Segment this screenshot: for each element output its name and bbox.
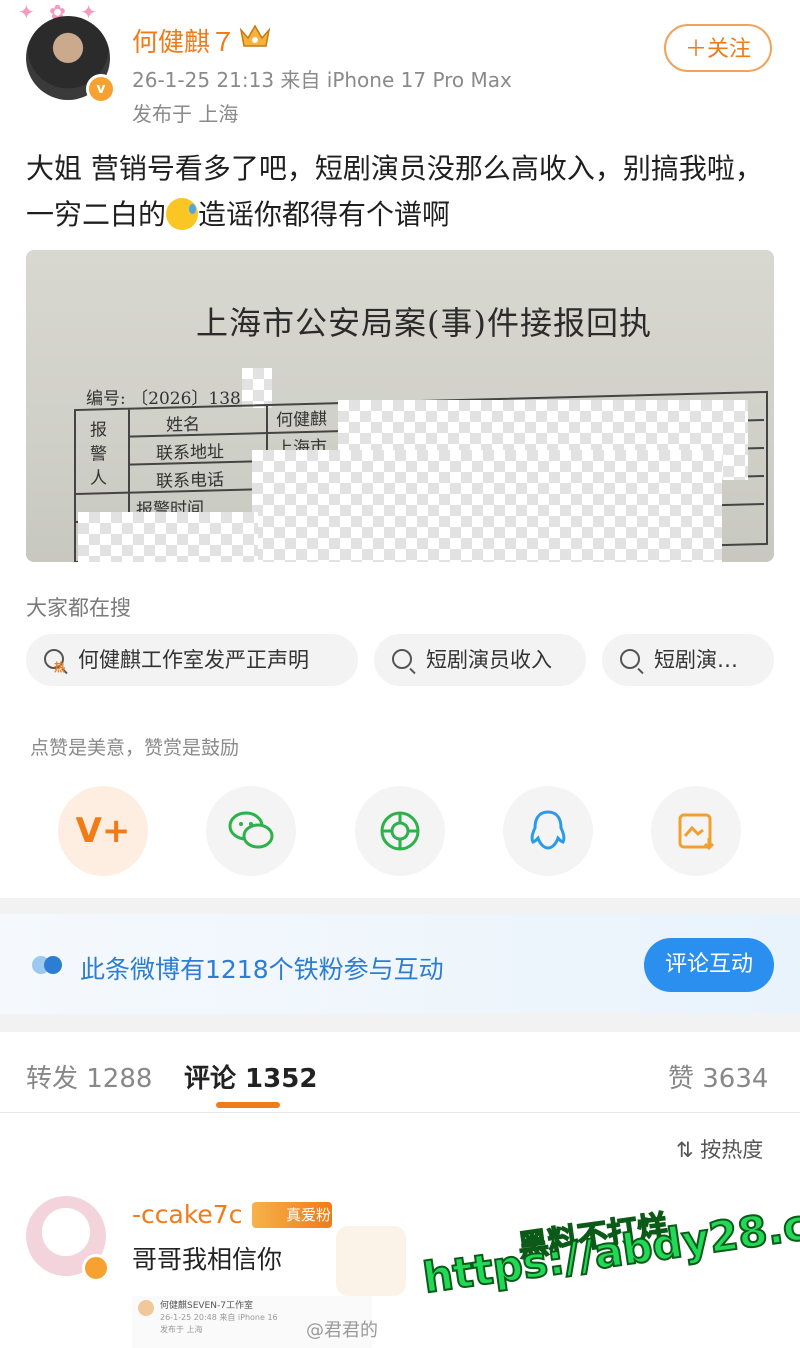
save-image-button[interactable] [651, 786, 741, 876]
active-tab-indicator [216, 1102, 280, 1108]
reward-hint: 点赞是美意，赞赏是鼓励 [30, 737, 240, 759]
share-wechat-button[interactable] [206, 786, 296, 876]
post-text-part2: 造谣你都得有个谱啊 [198, 198, 451, 231]
fan-badge-label: 真爱粉 [286, 1206, 332, 1224]
qq-icon [530, 810, 566, 850]
search-chip[interactable]: 热 何健麒工作室发严正声明 [26, 634, 358, 686]
watermark-url: https://abdy28.com [419, 1189, 800, 1304]
thumb-meta: 26-1-25 20:48 来自 iPhone 16 [160, 1313, 278, 1322]
sweat-emoji-icon [166, 198, 199, 230]
comment-text: 哥哥我相信你 [132, 1245, 283, 1274]
vip-reward-button[interactable]: V+ [58, 786, 148, 876]
post-text: 大姐 营销号看多了吧，短剧演员没那么高收入，别搞我啦，一穷二白的 造谣你都得有个谱… [26, 146, 766, 238]
phone-label: 联系电话 [156, 470, 224, 492]
post-image[interactable]: 上海市公安局案(事)件接报回执 编号: 〔2026〕1386 报警人 姓名 何健… [26, 250, 774, 562]
hot-badge-icon: 热 [54, 661, 65, 674]
search-chip-label: 短剧演… [654, 648, 738, 672]
comment-interact-button[interactable]: 评论互动 [644, 938, 774, 992]
follow-button[interactable]: ＋关注 [664, 24, 772, 72]
tab-repost[interactable]: 转发 1288 [26, 1058, 152, 1095]
sort-toggle[interactable]: ⇅ 按热度 [676, 1134, 763, 1164]
vip-reward-icon: V+ [75, 811, 131, 851]
wechat-icon [228, 811, 274, 849]
share-moments-button[interactable] [355, 786, 445, 876]
sort-label: 按热度 [700, 1138, 764, 1162]
source-watermark: @君君的 [306, 1320, 378, 1341]
share-qq-button[interactable] [503, 786, 593, 876]
mosaic-redaction [252, 450, 722, 562]
verified-badge-icon: v [86, 74, 116, 104]
tab-likes[interactable]: 赞 3634 [668, 1058, 768, 1095]
trending-searches-title: 大家都在搜 [26, 596, 131, 620]
verified-badge-icon [82, 1254, 110, 1282]
reporter-label: 报警人 [90, 420, 107, 489]
name-label: 姓名 [166, 414, 200, 436]
fans-icon [32, 956, 62, 974]
search-chip[interactable]: 短剧演员收入 [374, 634, 586, 686]
search-chip-label: 何健麒工作室发严正声明 [78, 648, 309, 672]
search-chip-label: 短剧演员收入 [426, 648, 552, 672]
author-avatar[interactable]: v [26, 16, 116, 104]
thumb-location: 发布于 上海 [160, 1325, 203, 1334]
mosaic-redaction [78, 512, 258, 562]
save-image-icon [678, 813, 715, 851]
document-title: 上海市公安局案(事)件接报回执 [196, 304, 652, 342]
mosaic-redaction [242, 368, 272, 408]
name-value: 何健麒 [276, 409, 327, 431]
author-name[interactable]: 何健麒７ [132, 22, 236, 59]
address-label: 联系地址 [156, 442, 224, 464]
post-meta: 26-1-25 21:13 来自 iPhone 17 Pro Max [132, 68, 512, 92]
sort-icon: ⇅ [676, 1138, 701, 1162]
search-icon [620, 649, 640, 669]
search-chip[interactable]: 短剧演… [602, 634, 774, 686]
fans-banner-text: 此条微博有1218个铁粉参与互动 [80, 955, 444, 984]
post-location: 发布于 上海 [132, 102, 239, 126]
section-divider [0, 1014, 800, 1032]
divider [0, 1112, 800, 1113]
moments-icon [380, 811, 420, 851]
cat-sticker-icon [336, 1226, 406, 1296]
thumb-name: 何健麒SEVEN-7工作室 [160, 1301, 253, 1311]
search-icon [392, 649, 412, 669]
tab-comments[interactable]: 评论 1352 [184, 1058, 317, 1095]
section-divider [0, 898, 800, 914]
crown-icon [239, 24, 271, 47]
commenter-name[interactable]: -ccake7c [132, 1200, 242, 1229]
